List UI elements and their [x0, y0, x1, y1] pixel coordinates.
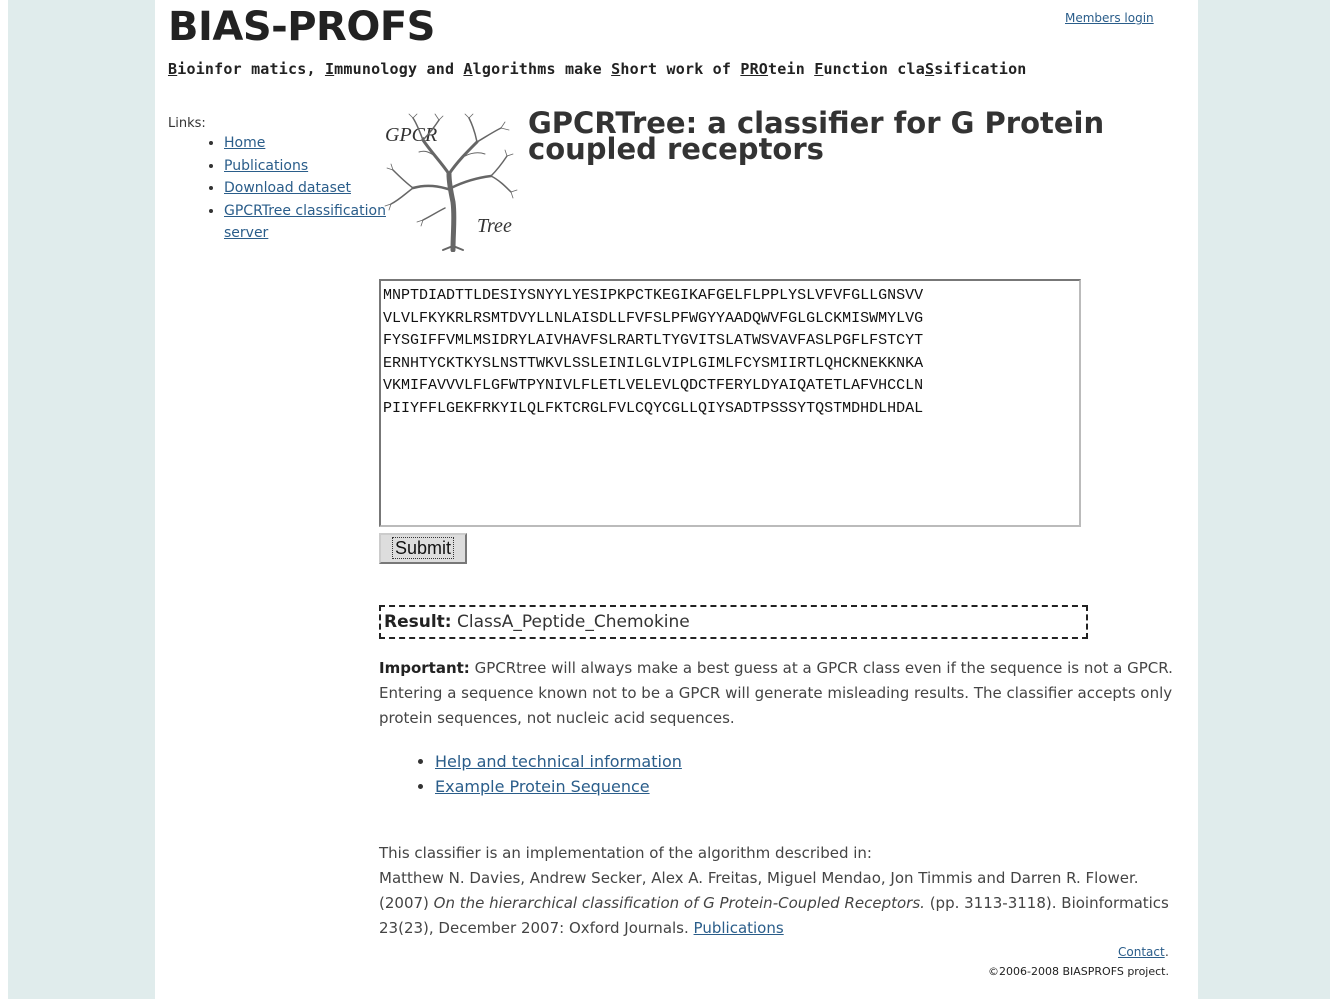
- tagline-part: I: [324, 60, 335, 78]
- submit-button-label: Submit: [391, 537, 455, 559]
- tagline-part: sification: [934, 60, 1027, 78]
- tagline-part: tein: [768, 60, 815, 78]
- tagline-part: PRO: [740, 60, 769, 78]
- important-notice: Important: GPCRtree will always make a b…: [379, 656, 1189, 731]
- help-list-item: Help and technical information: [435, 749, 682, 774]
- sidebar-link-publications[interactable]: Publications: [224, 158, 308, 174]
- logo-bottom-text: Tree: [477, 215, 512, 237]
- help-list-item: Example Protein Sequence: [435, 774, 682, 799]
- result-label: Result:: [384, 612, 452, 632]
- tagline-part: S: [611, 60, 621, 78]
- important-text: GPCRtree will always make a best guess a…: [379, 659, 1173, 727]
- left-margin-background: [8, 0, 155, 999]
- contact-link[interactable]: Contact: [1118, 945, 1165, 959]
- citation-intro: This classifier is an implementation of …: [379, 844, 872, 862]
- important-label: Important:: [379, 659, 470, 677]
- citation-publications-link[interactable]: Publications: [694, 919, 784, 937]
- sidebar-link-home[interactable]: Home: [224, 135, 265, 151]
- tagline-part: ioinfor matics,: [177, 60, 325, 78]
- tagline-part: mmunology and: [334, 60, 464, 78]
- contact-period: .: [1165, 945, 1169, 959]
- copyright-notice: ©2006-2008 BIASPROFS project.: [988, 965, 1169, 978]
- sequence-input[interactable]: MNPTDIADTTLDESIYSNYYLYESIPKPCTKEGIKAFGEL…: [379, 279, 1081, 527]
- sidebar-item-publications: Publications: [224, 155, 394, 178]
- help-links-list: Help and technical information Example P…: [417, 749, 682, 799]
- members-login-link[interactable]: Members login: [1065, 11, 1154, 25]
- gpcrtree-logo: GPCR Tree: [384, 113, 518, 252]
- page-content: BIAS-PROFS Members login Bioinfor matics…: [155, 0, 1198, 999]
- submit-button[interactable]: Submit: [379, 533, 467, 564]
- site-title: BIAS-PROFS: [168, 4, 436, 50]
- citation-block: This classifier is an implementation of …: [379, 841, 1189, 941]
- tagline-part: unction cla: [823, 60, 925, 78]
- citation-authors: Matthew N. Davies, Andrew Secker, Alex A…: [379, 869, 1139, 887]
- tagline-part: B: [168, 60, 178, 78]
- sidebar-links-label: Links:: [168, 116, 206, 131]
- sidebar-item-download-dataset: Download dataset: [224, 177, 394, 200]
- result-value: ClassA_Peptide_Chemokine: [457, 612, 690, 632]
- citation-title: On the hierarchical classification of G …: [433, 894, 925, 912]
- citation-year: (2007): [379, 894, 429, 912]
- logo-top-text: GPCR: [385, 124, 437, 146]
- tagline-part: S: [924, 60, 935, 78]
- result-panel: Result: ClassA_Peptide_Chemokine: [379, 605, 1088, 639]
- help-technical-info-link[interactable]: Help and technical information: [435, 752, 682, 771]
- site-tagline: Bioinfor matics, Immunology and Algorith…: [168, 60, 1027, 78]
- sidebar-item-gpcrtree-server: GPCRTree classification server: [224, 200, 394, 245]
- sidebar-links: Home Publications Download dataset GPCRT…: [206, 132, 394, 245]
- page-heading: GPCRTree: a classifier for G Protein cou…: [528, 106, 1105, 166]
- example-sequence-link[interactable]: Example Protein Sequence: [435, 777, 650, 796]
- tagline-part: hort work of: [620, 60, 741, 78]
- sidebar-link-gpcrtree-server[interactable]: GPCRTree classification server: [224, 203, 386, 242]
- tagline-part: A: [463, 60, 473, 78]
- right-margin-background: [1198, 0, 1330, 999]
- sidebar-link-download-dataset[interactable]: Download dataset: [224, 180, 351, 196]
- tagline-part: lgorithms make: [472, 60, 612, 78]
- sidebar-item-home: Home: [224, 132, 394, 155]
